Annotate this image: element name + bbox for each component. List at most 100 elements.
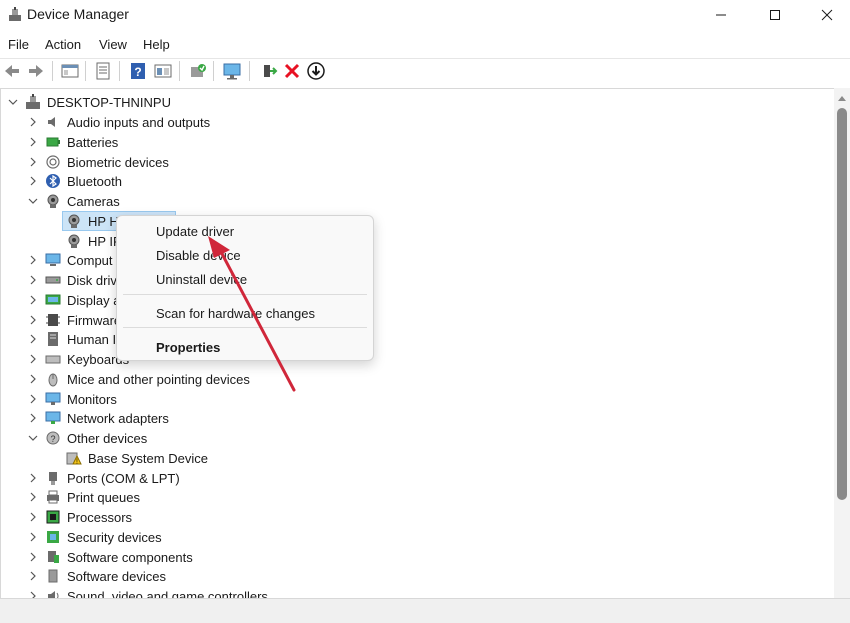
tree-category-item[interactable]: Biometric devices bbox=[1, 152, 834, 172]
network-adapter-icon bbox=[45, 411, 61, 425]
battery-icon bbox=[46, 137, 60, 147]
tree-root[interactable]: DESKTOP-THNINPU bbox=[1, 92, 834, 112]
tree-category-item[interactable]: Audio inputs and outputs bbox=[1, 112, 834, 132]
download-icon[interactable] bbox=[306, 61, 326, 81]
chevron-right-icon[interactable] bbox=[27, 491, 39, 503]
chevron-right-icon[interactable] bbox=[27, 531, 39, 543]
toolbar-separator bbox=[249, 61, 250, 81]
tree-category-item[interactable]: Security devices bbox=[1, 527, 834, 547]
help-icon[interactable]: ? bbox=[128, 61, 148, 81]
chevron-right-icon[interactable] bbox=[27, 590, 39, 598]
minimize-button[interactable] bbox=[696, 0, 746, 30]
tree-category-item[interactable]: Cameras bbox=[1, 191, 834, 211]
properties-icon[interactable] bbox=[93, 61, 113, 81]
webcam-icon bbox=[47, 194, 59, 208]
software-device-icon bbox=[48, 569, 58, 583]
chevron-right-icon[interactable] bbox=[27, 254, 39, 266]
menu-uninstall-device[interactable]: Uninstall device bbox=[156, 272, 247, 287]
tree-item-label: Sound, video and game controllers bbox=[67, 589, 268, 598]
minimize-icon bbox=[716, 14, 726, 16]
tree-item-label: Batteries bbox=[67, 134, 119, 150]
tree-item-label: Base System Device bbox=[88, 450, 208, 466]
tree-category-item[interactable]: Ports (COM & LPT) bbox=[1, 468, 834, 488]
context-menu: Update driver Disable device Uninstall d… bbox=[116, 215, 374, 361]
display-adapter-icon bbox=[45, 294, 61, 305]
chevron-right-icon[interactable] bbox=[27, 551, 39, 563]
chevron-right-icon[interactable] bbox=[27, 472, 39, 484]
speaker-icon bbox=[48, 117, 55, 127]
chevron-right-icon[interactable] bbox=[27, 274, 39, 286]
bluetooth-icon bbox=[46, 174, 60, 189]
update-driver-icon[interactable] bbox=[188, 61, 208, 81]
chevron-right-icon[interactable] bbox=[27, 412, 39, 424]
tree-item-label: Mice and other pointing devices bbox=[67, 371, 250, 387]
menu-help[interactable]: Help bbox=[143, 37, 170, 52]
chevron-right-icon[interactable] bbox=[27, 116, 39, 128]
tree-category-item[interactable]: Bluetooth bbox=[1, 171, 834, 191]
forward-icon[interactable] bbox=[26, 61, 46, 81]
svg-text:?: ? bbox=[134, 65, 141, 79]
maximize-icon bbox=[770, 10, 780, 20]
tree-item-label: Security devices bbox=[67, 529, 162, 545]
enable-device-icon[interactable] bbox=[258, 61, 278, 81]
chevron-right-icon[interactable] bbox=[27, 175, 39, 187]
chevron-right-icon[interactable] bbox=[27, 314, 39, 326]
toolbar-separator bbox=[119, 61, 120, 81]
tree-category-item[interactable]: Monitors bbox=[1, 389, 834, 409]
tree-category-item[interactable]: Batteries bbox=[1, 132, 834, 152]
scroll-up-arrow-icon[interactable] bbox=[838, 96, 846, 101]
tree-child-item[interactable]: ! Base System Device bbox=[1, 448, 834, 468]
chevron-right-icon[interactable] bbox=[27, 373, 39, 385]
chevron-right-icon[interactable] bbox=[27, 353, 39, 365]
chevron-right-icon[interactable] bbox=[27, 294, 39, 306]
chevron-right-icon[interactable] bbox=[27, 511, 39, 523]
chevron-right-icon[interactable] bbox=[27, 333, 39, 345]
chevron-right-icon[interactable] bbox=[27, 136, 39, 148]
tree-category-item[interactable]: Sound, video and game controllers bbox=[1, 586, 834, 598]
chevron-down-icon[interactable] bbox=[27, 195, 39, 207]
view-icon[interactable] bbox=[153, 61, 173, 81]
toolbar-separator bbox=[213, 61, 214, 81]
close-button[interactable] bbox=[802, 0, 850, 30]
tree-item-label: Firmware bbox=[67, 312, 122, 328]
menu-disable-device[interactable]: Disable device bbox=[156, 248, 241, 263]
computer-tower-icon bbox=[26, 94, 40, 109]
chevron-right-icon[interactable] bbox=[27, 393, 39, 405]
menu-scan-hardware[interactable]: Scan for hardware changes bbox=[156, 306, 315, 321]
tree-category-item[interactable]: Network adapters bbox=[1, 408, 834, 428]
svg-text:?: ? bbox=[50, 434, 55, 444]
tree-category-item[interactable]: Print queues bbox=[1, 487, 834, 507]
tree-category-item[interactable]: ? Other devices bbox=[1, 428, 834, 448]
processor-icon bbox=[46, 510, 60, 524]
tree-category-item[interactable]: Software components bbox=[1, 547, 834, 567]
uninstall-device-icon[interactable] bbox=[282, 61, 302, 81]
toolbar-separator bbox=[52, 61, 53, 81]
tree-category-item[interactable]: Mice and other pointing devices bbox=[1, 369, 834, 389]
scan-hardware-icon[interactable] bbox=[222, 61, 242, 81]
back-icon[interactable] bbox=[2, 61, 22, 81]
webcam-icon bbox=[68, 214, 80, 228]
menu-update-driver[interactable]: Update driver bbox=[156, 224, 234, 239]
monitor-icon bbox=[45, 392, 61, 405]
menu-view[interactable]: View bbox=[99, 37, 127, 52]
scrollbar-thumb[interactable] bbox=[837, 108, 847, 500]
computer-icon bbox=[45, 253, 61, 267]
tree-category-item[interactable]: Software devices bbox=[1, 566, 834, 586]
tree-category-item[interactable]: Processors bbox=[1, 507, 834, 527]
tree-item-label: HP H bbox=[88, 213, 119, 229]
menu-action[interactable]: Action bbox=[45, 37, 81, 52]
tree-item-label: Network adapters bbox=[67, 411, 169, 427]
tree-item-label: Biometric devices bbox=[67, 154, 169, 170]
menu-properties[interactable]: Properties bbox=[156, 340, 220, 355]
chevron-down-icon[interactable] bbox=[7, 96, 19, 108]
svg-text:!: ! bbox=[76, 458, 78, 465]
toolbar-separator bbox=[85, 61, 86, 81]
show-hide-console-tree-icon[interactable] bbox=[60, 61, 80, 81]
sound-icon bbox=[48, 591, 59, 598]
chevron-down-icon[interactable] bbox=[27, 432, 39, 444]
chevron-right-icon[interactable] bbox=[27, 156, 39, 168]
menu-file[interactable]: File bbox=[8, 37, 29, 52]
chevron-right-icon[interactable] bbox=[27, 570, 39, 582]
maximize-button[interactable] bbox=[750, 0, 800, 30]
tree-item-label: Human I bbox=[67, 332, 117, 348]
